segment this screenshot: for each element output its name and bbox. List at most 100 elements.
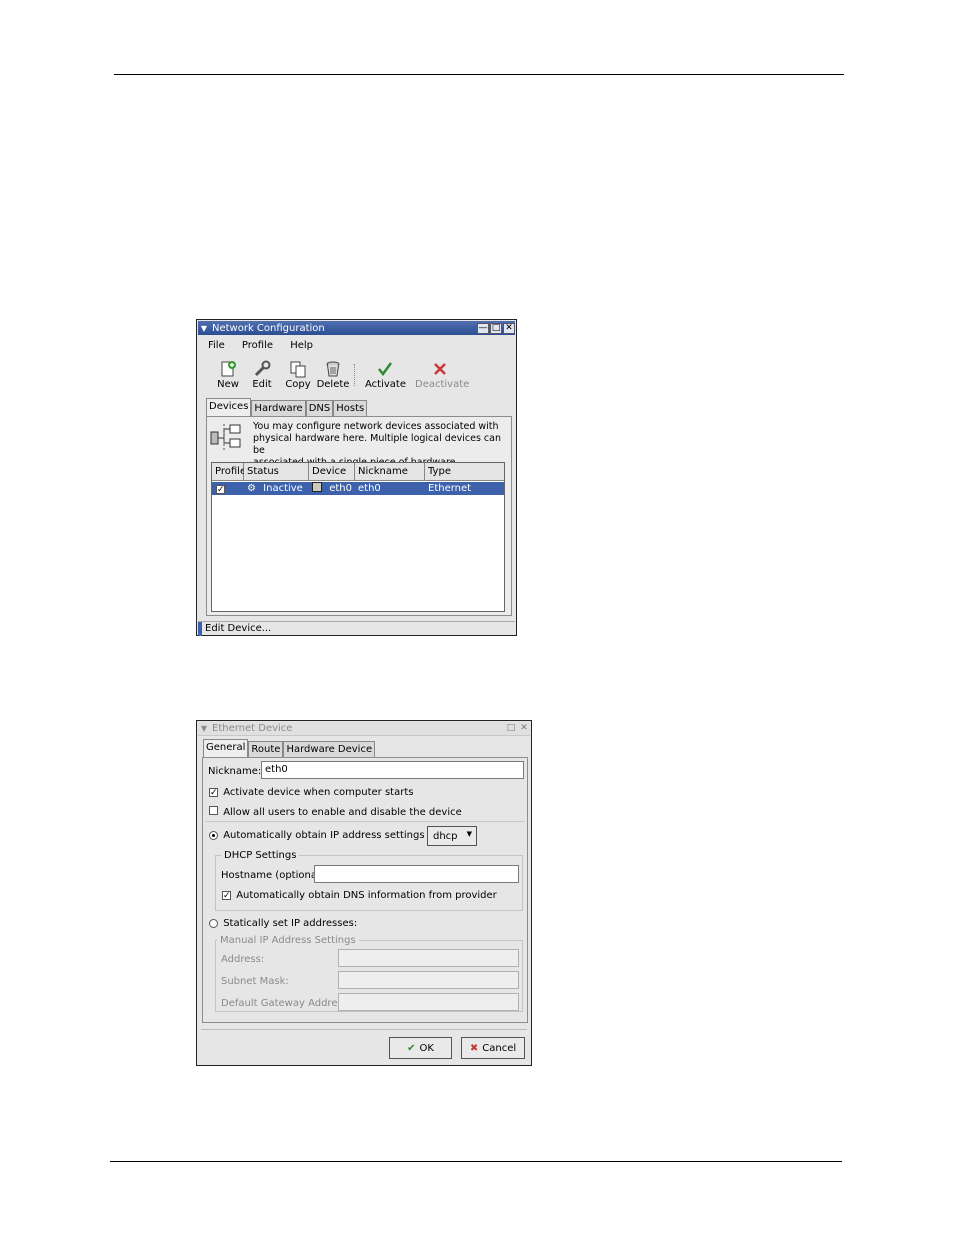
toolbar-separator (354, 364, 357, 386)
maximize-icon[interactable]: □ (490, 322, 502, 334)
window-title: Network Configuration (212, 322, 325, 334)
inactive-status-icon: ⚙ (247, 483, 256, 494)
menu-file[interactable]: File (208, 340, 225, 351)
dhcp-settings-frame (215, 855, 523, 911)
window-menu-icon[interactable]: ▼ (198, 324, 210, 333)
ok-check-icon: ✔ (407, 1042, 416, 1054)
activate-button[interactable]: Activate (365, 359, 406, 390)
hostname-input[interactable] (314, 865, 519, 883)
activate-label: Activate (365, 379, 406, 390)
separator (205, 821, 525, 822)
auto-dns-label: Automatically obtain DNS information fro… (236, 890, 497, 901)
devices-icon (210, 422, 242, 455)
deactivate-button[interactable]: Deactivate (415, 359, 470, 390)
button-separator (201, 1029, 527, 1030)
auto-obtain-option[interactable]: Automatically obtain IP address settings… (209, 830, 452, 841)
general-panel: Nickname: eth0 ✓ Activate device when co… (202, 757, 528, 1023)
minimize-icon[interactable]: — (477, 322, 489, 334)
dhcp-settings-label: DHCP Settings (221, 850, 300, 861)
ethdev-tabs: General Route Hardware Device (203, 739, 376, 758)
static-radio[interactable] (209, 918, 218, 928)
edit-label: Edit (252, 379, 272, 390)
static-option[interactable]: Statically set IP addresses: (209, 918, 357, 929)
close-icon[interactable]: ✕ (503, 322, 515, 334)
cancel-label: Cancel (482, 1042, 517, 1054)
profile-checkbox[interactable]: ✓ (216, 483, 225, 496)
deactivate-label: Deactivate (415, 379, 470, 390)
activate-on-boot-label: Activate device when computer starts (223, 787, 414, 798)
tab-hardware-device[interactable]: Hardware Device (283, 741, 376, 758)
allow-users-label: Allow all users to enable and disable th… (223, 807, 462, 818)
status-bar: Edit Device... (198, 621, 515, 636)
static-label: Statically set IP addresses: (223, 918, 358, 929)
new-label: New (217, 379, 239, 390)
tab-devices[interactable]: Devices (206, 398, 252, 417)
page-top-rule (114, 74, 844, 75)
activate-on-boot-checkbox[interactable]: ✓ (209, 788, 218, 798)
devices-panel: You may configure network devices associ… (206, 416, 512, 616)
status-cell: ⚙ Inactive (247, 482, 303, 495)
tab-route[interactable]: Route (248, 741, 284, 758)
auto-method-value: dhcp (433, 830, 458, 842)
page-bottom-rule (110, 1161, 842, 1162)
menu-bar: File Profile Help (208, 340, 327, 351)
cancel-x-icon: ✖ (469, 1042, 479, 1054)
nickname-label: Nickname: (208, 766, 262, 777)
dialog-maximize-icon[interactable]: □ (505, 723, 517, 734)
description-line-1: You may configure network devices associ… (253, 421, 499, 432)
auto-dns-checkbox[interactable]: ✓ (222, 891, 231, 901)
auto-dns-option[interactable]: ✓ Automatically obtain DNS information f… (222, 890, 497, 901)
address-label: Address: (221, 954, 265, 965)
dialog-title: Ethernet Device (212, 723, 293, 734)
table-row[interactable]: ✓ ⚙ Inactive eth0 eth0 Ethernet (212, 482, 504, 496)
column-header-nickname[interactable]: Nickname (355, 463, 425, 481)
gateway-input (338, 993, 519, 1011)
tab-hosts[interactable]: Hosts (333, 400, 368, 417)
column-header-profile[interactable]: Profile (212, 463, 246, 481)
device-cell: eth0 (312, 482, 352, 495)
nickname-input[interactable]: eth0 (261, 761, 524, 779)
ok-label: OK (419, 1042, 434, 1054)
ethernet-device-dialog: ▼ Ethernet Device □ ✕ General Route Hard… (196, 720, 532, 1066)
column-header-type[interactable]: Type (425, 463, 504, 481)
copy-button[interactable]: Copy (280, 359, 316, 390)
dropdown-arrow-icon: ▼ (466, 830, 472, 838)
ok-button[interactable]: ✔ OK (389, 1037, 452, 1059)
cancel-button[interactable]: ✖ Cancel (461, 1037, 525, 1059)
auto-method-select[interactable]: dhcp ▼ (427, 826, 477, 846)
new-icon (210, 359, 246, 379)
auto-obtain-radio[interactable] (209, 830, 218, 840)
dialog-close-icon[interactable]: ✕ (518, 723, 530, 734)
allow-users-option[interactable]: Allow all users to enable and disable th… (209, 806, 462, 818)
menu-help[interactable]: Help (290, 340, 313, 351)
ethernet-card-icon (312, 482, 322, 492)
copy-label: Copy (285, 379, 311, 390)
hostname-label: Hostname (optional): (221, 870, 328, 881)
activate-on-boot-option[interactable]: ✓ Activate device when computer starts (209, 787, 413, 798)
address-input (338, 949, 519, 967)
tab-dns[interactable]: DNS (305, 400, 334, 417)
title-bar: ▼ Network Configuration — □ ✕ (198, 321, 515, 335)
device-text: eth0 (329, 483, 352, 494)
red-x-icon (415, 359, 465, 379)
column-header-status[interactable]: Status (244, 463, 309, 481)
tab-general[interactable]: General (203, 739, 249, 758)
menu-profile[interactable]: Profile (242, 340, 273, 351)
tab-hardware[interactable]: Hardware (251, 400, 306, 417)
type-cell: Ethernet (428, 483, 472, 494)
dialog-menu-icon[interactable]: ▼ (198, 724, 210, 733)
delete-button[interactable]: Delete (315, 359, 351, 390)
device-list[interactable]: Profile Status Device Nickname Type ✓ ⚙ … (211, 462, 505, 612)
delete-label: Delete (316, 379, 350, 390)
wrench-icon (244, 359, 280, 379)
copy-icon (280, 359, 316, 379)
new-button[interactable]: New (210, 359, 246, 390)
allow-users-checkbox[interactable] (209, 806, 218, 815)
edit-button[interactable]: Edit (244, 359, 280, 390)
column-header-device[interactable]: Device (309, 463, 355, 481)
trash-icon (315, 359, 351, 379)
network-configuration-window: ▼ Network Configuration — □ ✕ File Profi… (196, 319, 517, 636)
status-text: Inactive (263, 483, 303, 494)
dialog-title-bar: ▼ Ethernet Device □ ✕ (198, 722, 530, 736)
gateway-label: Default Gateway Address: (221, 998, 352, 1009)
